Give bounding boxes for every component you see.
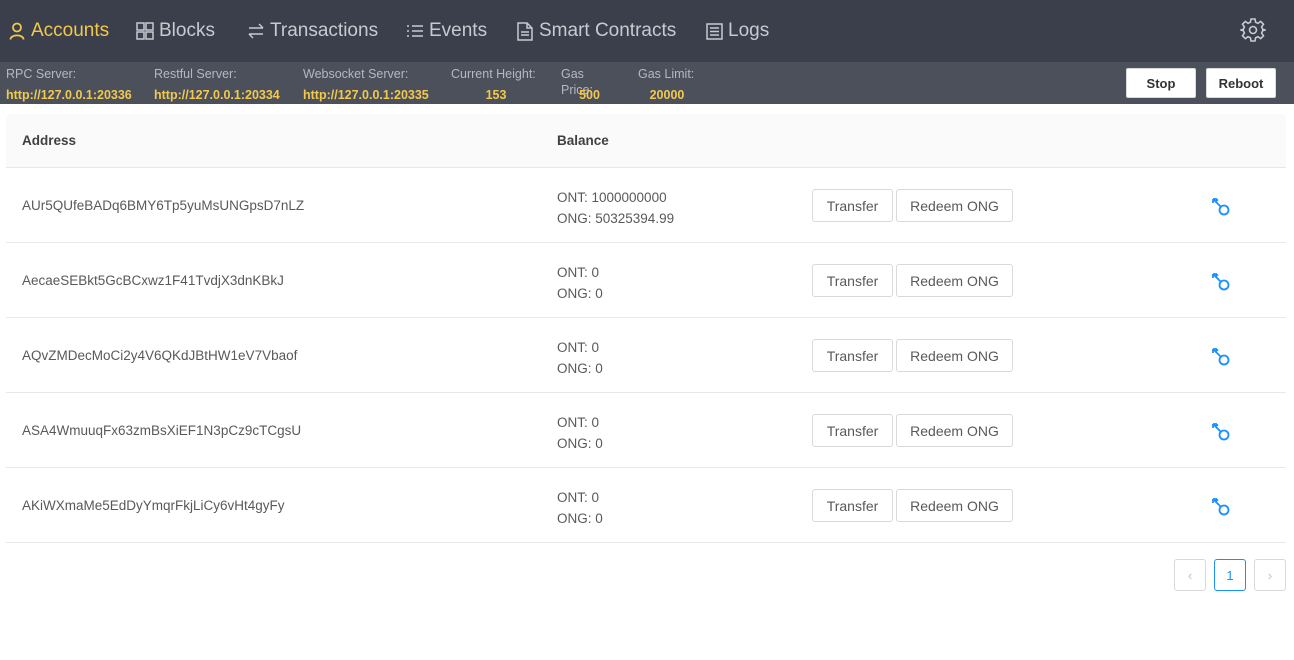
ong-balance: ONG: 0 xyxy=(557,361,603,376)
account-address: AQvZMDecMoCi2y4V6QKdJBtHW1eV7Vbaof xyxy=(22,348,298,363)
ont-balance: ONT: 1000000000 xyxy=(557,190,667,205)
nav-transactions-label: Transactions xyxy=(270,20,379,41)
nav-logs-label: Logs xyxy=(728,20,770,41)
key-icon[interactable] xyxy=(1210,196,1232,218)
ont-balance: ONT: 0 xyxy=(557,340,600,355)
ont-balance: ONT: 0 xyxy=(557,490,600,505)
gear-icon[interactable] xyxy=(1238,17,1268,43)
redeem-ong-button[interactable]: Redeem ONG xyxy=(896,339,1013,372)
rpc-server-value: http://127.0.0.1:20336 xyxy=(6,88,132,102)
address-column-header: Address xyxy=(22,133,77,148)
grid-icon xyxy=(136,21,154,41)
nav-accounts-label: Accounts xyxy=(31,20,110,41)
nav-blocks[interactable]: Blocks xyxy=(136,0,215,62)
restful-server-label: Restful Server: xyxy=(154,67,237,81)
account-address: ASA4WmuuqFx63zmBsXiEF1N3pCz9cTCgsU xyxy=(22,423,302,438)
account-address: AecaeSEBkt5GcBCxwz1F41TvdjX3dnKBkJ xyxy=(22,273,284,288)
nav-accounts[interactable]: Accounts xyxy=(8,0,109,62)
websocket-server: Websocket Server: http://127.0.0.1:20335 xyxy=(303,66,429,102)
current-height: Current Height: 153 xyxy=(451,66,541,102)
account-balance: ONT: 0 ONG: 0 xyxy=(557,487,603,529)
nav-logs[interactable]: Logs xyxy=(705,0,769,62)
table-row: AUr5QUfeBADq6BMY6Tp5yuMsUNGpsD7nLZ ONT: … xyxy=(6,168,1286,243)
nav-smart-contracts-label: Smart Contracts xyxy=(539,20,677,41)
nav-smart-contracts[interactable]: Smart Contracts xyxy=(516,0,676,62)
key-icon[interactable] xyxy=(1210,421,1232,443)
transfer-button[interactable]: Transfer xyxy=(812,264,893,297)
account-balance: ONT: 0 ONG: 0 xyxy=(557,337,603,379)
ong-balance: ONG: 0 xyxy=(557,436,603,451)
table-row: AecaeSEBkt5GcBCxwz1F41TvdjX3dnKBkJ ONT: … xyxy=(6,243,1286,318)
gas-limit-label: Gas Limit: xyxy=(638,67,695,81)
table-row: AKiWXmaMe5EdDyYmqrFkjLiCy6vHt4gyFy ONT: … xyxy=(6,468,1286,543)
top-nav: Accounts Blocks Transactions Events Smar… xyxy=(0,0,1294,62)
transfer-button[interactable]: Transfer xyxy=(812,189,893,222)
accounts-table: Address Balance AUr5QUfeBADq6BMY6Tp5yuMs… xyxy=(6,114,1286,543)
rpc-server-label: RPC Server: xyxy=(6,67,77,81)
transfer-button[interactable]: Transfer xyxy=(812,414,893,447)
prev-page-button[interactable]: ‹ xyxy=(1174,559,1206,591)
current-height-label: Current Height: xyxy=(451,67,536,81)
stop-button[interactable]: Stop xyxy=(1126,68,1196,98)
reboot-button[interactable]: Reboot xyxy=(1206,68,1276,98)
table-header: Address Balance xyxy=(6,114,1286,168)
account-balance: ONT: 1000000000 ONG: 50325394.99 xyxy=(557,187,674,229)
restful-server: Restful Server: http://127.0.0.1:20334 xyxy=(154,66,280,102)
ong-balance: ONG: 0 xyxy=(557,511,603,526)
key-icon[interactable] xyxy=(1210,271,1232,293)
transfer-button[interactable]: Transfer xyxy=(812,489,893,522)
gas-limit-value: 20000 xyxy=(649,88,685,102)
page-1-button[interactable]: 1 xyxy=(1214,559,1246,591)
redeem-ong-button[interactable]: Redeem ONG xyxy=(896,489,1013,522)
key-icon[interactable] xyxy=(1210,496,1232,518)
ong-balance: ONG: 50325394.99 xyxy=(557,211,675,226)
key-icon[interactable] xyxy=(1210,346,1232,368)
nav-events-label: Events xyxy=(429,20,488,41)
ont-balance: ONT: 0 xyxy=(557,415,600,430)
status-bar: RPC Server: http://127.0.0.1:20336 Restf… xyxy=(0,62,1294,104)
restful-server-value: http://127.0.0.1:20334 xyxy=(154,88,280,102)
redeem-ong-button[interactable]: Redeem ONG xyxy=(896,189,1013,222)
nav-blocks-label: Blocks xyxy=(159,20,215,41)
user-icon xyxy=(8,21,26,41)
nav-events[interactable]: Events xyxy=(406,0,487,62)
file-icon xyxy=(516,21,534,41)
list-icon xyxy=(406,21,424,41)
account-address: AKiWXmaMe5EdDyYmqrFkjLiCy6vHt4gyFy xyxy=(22,498,285,513)
swap-icon xyxy=(247,21,265,41)
gas-price: Gas Price: 500 xyxy=(561,66,618,102)
redeem-ong-button[interactable]: Redeem ONG xyxy=(896,264,1013,297)
websocket-server-value: http://127.0.0.1:20335 xyxy=(303,88,429,102)
gas-price-label: Gas Price: xyxy=(561,67,593,97)
current-height-value: 153 xyxy=(485,88,507,102)
account-address: AUr5QUfeBADq6BMY6Tp5yuMsUNGpsD7nLZ xyxy=(22,198,305,213)
next-page-button[interactable]: › xyxy=(1254,559,1286,591)
websocket-server-label: Websocket Server: xyxy=(303,67,409,81)
balance-column-header: Balance xyxy=(557,133,609,148)
transfer-button[interactable]: Transfer xyxy=(812,339,893,372)
log-icon xyxy=(705,21,723,41)
table-row: AQvZMDecMoCi2y4V6QKdJBtHW1eV7Vbaof ONT: … xyxy=(6,318,1286,393)
account-balance: ONT: 0 ONG: 0 xyxy=(557,412,603,454)
gas-limit: Gas Limit: 20000 xyxy=(638,66,696,102)
nav-transactions[interactable]: Transactions xyxy=(247,0,378,62)
rpc-server: RPC Server: http://127.0.0.1:20336 xyxy=(6,66,132,102)
table-row: ASA4WmuuqFx63zmBsXiEF1N3pCz9cTCgsU ONT: … xyxy=(6,393,1286,468)
ont-balance: ONT: 0 xyxy=(557,265,600,280)
account-balance: ONT: 0 ONG: 0 xyxy=(557,262,603,304)
ong-balance: ONG: 0 xyxy=(557,286,603,301)
redeem-ong-button[interactable]: Redeem ONG xyxy=(896,414,1013,447)
